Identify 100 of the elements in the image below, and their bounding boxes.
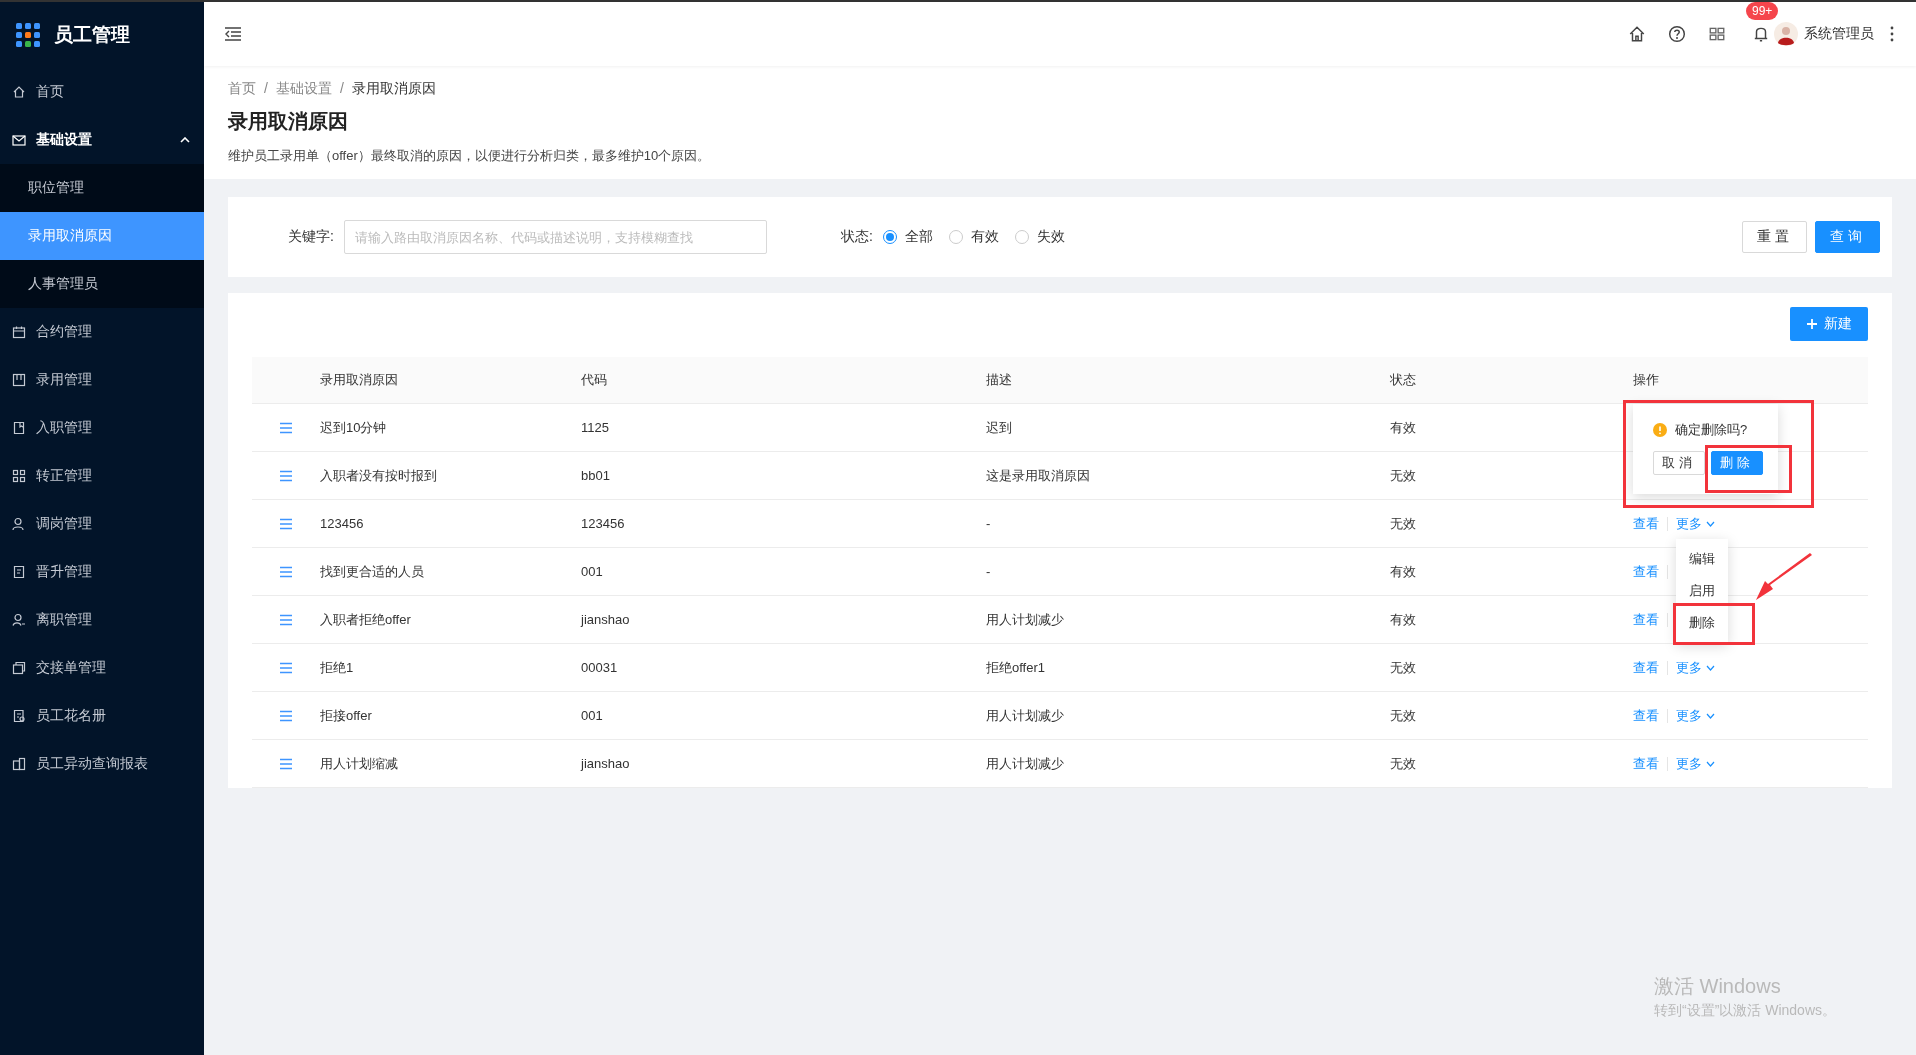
plus-icon — [1806, 318, 1818, 330]
drag-handle-icon[interactable] — [279, 421, 293, 434]
menu-item[interactable]: 离职管理 — [0, 596, 204, 644]
grid-icon[interactable] — [1708, 25, 1726, 43]
home-icon[interactable] — [1628, 25, 1646, 43]
menu-item[interactable]: 首页 — [0, 68, 204, 116]
breadcrumb-link[interactable]: 基础设置 — [275, 80, 332, 98]
menu-item[interactable]: 晋升管理 — [0, 548, 204, 596]
table-cell: 拒接offer — [320, 692, 581, 740]
building-icon — [12, 757, 26, 771]
calendar-icon — [12, 325, 26, 339]
drag-handle-icon[interactable] — [279, 661, 293, 674]
app-logo-icon — [16, 23, 40, 47]
page-description: 维护员工录用单（offer）最终取消的原因，以便进行分析归类，最多维护10个原因。 — [228, 147, 712, 165]
reset-button[interactable]: 重置 — [1742, 221, 1807, 253]
caret-down-icon — [1706, 760, 1715, 767]
drag-handle-icon[interactable] — [279, 709, 293, 722]
help-icon[interactable] — [1668, 25, 1686, 43]
app-title: 员工管理 — [54, 23, 130, 47]
menu-option[interactable]: 启用 — [1676, 574, 1728, 607]
table-cell: 迟到 — [986, 404, 1390, 452]
table-cell: 拒绝offer1 — [986, 644, 1390, 692]
table-cell: - — [986, 500, 1390, 548]
menu-fold-icon[interactable] — [224, 26, 242, 42]
breadcrumb-current: 录用取消原因 — [351, 80, 436, 98]
table-cell: 无效 — [1390, 644, 1633, 692]
menu-option[interactable]: 删除 — [1676, 606, 1728, 639]
table-cell: 拒绝1 — [320, 644, 581, 692]
grid-icon — [12, 469, 26, 483]
table-cell: 1125 — [581, 404, 986, 452]
menu-item[interactable]: 合约管理 — [0, 308, 204, 356]
table-cell: 迟到10分钟 — [320, 404, 581, 452]
menu-item[interactable]: 录用管理 — [0, 356, 204, 404]
status-radio[interactable]: 有效 — [948, 228, 999, 246]
breadcrumb-separator: / — [339, 80, 344, 98]
board-icon — [12, 373, 26, 387]
field-label: 状态: — [840, 228, 873, 246]
envelope-icon — [12, 133, 26, 147]
menu-item[interactable]: 基础设置 — [0, 116, 204, 164]
table-cell: 无效 — [1390, 692, 1633, 740]
confirm-message: 确定删除吗? — [1675, 421, 1748, 439]
person-icon — [12, 613, 26, 627]
table-cell: - — [986, 548, 1390, 596]
table-cell: bb01 — [581, 452, 986, 500]
page-title: 录用取消原因 — [228, 109, 349, 134]
menu-item[interactable]: 转正管理 — [0, 452, 204, 500]
submenu-item[interactable]: 人事管理员 — [0, 260, 204, 308]
status-radio[interactable]: 失效 — [1014, 228, 1065, 246]
table-cell: 入职者拒绝offer — [320, 596, 581, 644]
table-cell: 这是录用取消原因 — [986, 452, 1390, 500]
bell-icon[interactable] — [1752, 25, 1770, 43]
avatar-icon[interactable] — [1774, 22, 1798, 46]
cancel-button[interactable]: 取消 — [1653, 451, 1705, 475]
table-cell: 123456 — [581, 500, 986, 548]
column-header: 录用取消原因 — [320, 357, 581, 404]
keyword-field[interactable]: 请输入路由取消原因名称、代码或描述说明，支持模糊查找 — [343, 220, 767, 254]
roster-icon — [12, 709, 26, 723]
warning-icon — [1653, 423, 1667, 437]
drag-handle-icon[interactable] — [279, 757, 293, 770]
table-cell: 001 — [581, 548, 986, 596]
drag-handle-icon[interactable] — [279, 517, 293, 530]
person-icon — [12, 517, 26, 531]
column-header: 代码 — [581, 357, 986, 404]
table-cell: 用人计划减少 — [986, 596, 1390, 644]
menu-item[interactable]: 员工异动查询报表 — [0, 740, 204, 788]
breadcrumb-link[interactable]: 首页 — [228, 80, 256, 98]
copy-icon — [12, 661, 26, 675]
table-cell: 找到更合适的人员 — [320, 548, 581, 596]
chevron-up-icon — [180, 137, 190, 143]
caret-down-icon — [1706, 664, 1715, 671]
menu-item[interactable]: 员工花名册 — [0, 692, 204, 740]
table-cell: jianshao — [581, 740, 986, 788]
activation-title: 激活 Windows — [1654, 974, 1782, 999]
user-name[interactable]: 系统管理员 — [1804, 25, 1874, 43]
menu-item[interactable]: 入职管理 — [0, 404, 204, 452]
table-cell: 有效 — [1390, 596, 1633, 644]
field-label: 关键字: — [288, 228, 334, 246]
column-header: 状态 — [1390, 357, 1633, 404]
table-cell: 用人计划减少 — [986, 740, 1390, 788]
menu-option[interactable]: 编辑 — [1676, 542, 1728, 575]
drag-handle-icon[interactable] — [279, 469, 293, 482]
table-cell: 00031 — [581, 644, 986, 692]
menu-item[interactable]: 交接单管理 — [0, 644, 204, 692]
status-radio[interactable]: 全部 — [882, 228, 933, 246]
table-cell: jianshao — [581, 596, 986, 644]
caret-down-icon — [1706, 520, 1715, 527]
breadcrumb-separator: / — [264, 80, 268, 98]
column-header: 操作 — [1633, 357, 1868, 404]
notification-badge: 99+ — [1746, 2, 1779, 20]
drag-handle-icon[interactable] — [279, 613, 293, 626]
column-header: 描述 — [986, 357, 1390, 404]
document-icon — [12, 421, 26, 435]
menu-item[interactable]: 调岗管理 — [0, 500, 204, 548]
table-cell: 用人计划减少 — [986, 692, 1390, 740]
caret-down-icon — [1706, 712, 1715, 719]
submenu-item[interactable]: 职位管理 — [0, 164, 204, 212]
drag-handle-icon[interactable] — [279, 565, 293, 578]
table-cell: 有效 — [1390, 548, 1633, 596]
table-cell: 用人计划缩减 — [320, 740, 581, 788]
table-cell: 无效 — [1390, 500, 1633, 548]
